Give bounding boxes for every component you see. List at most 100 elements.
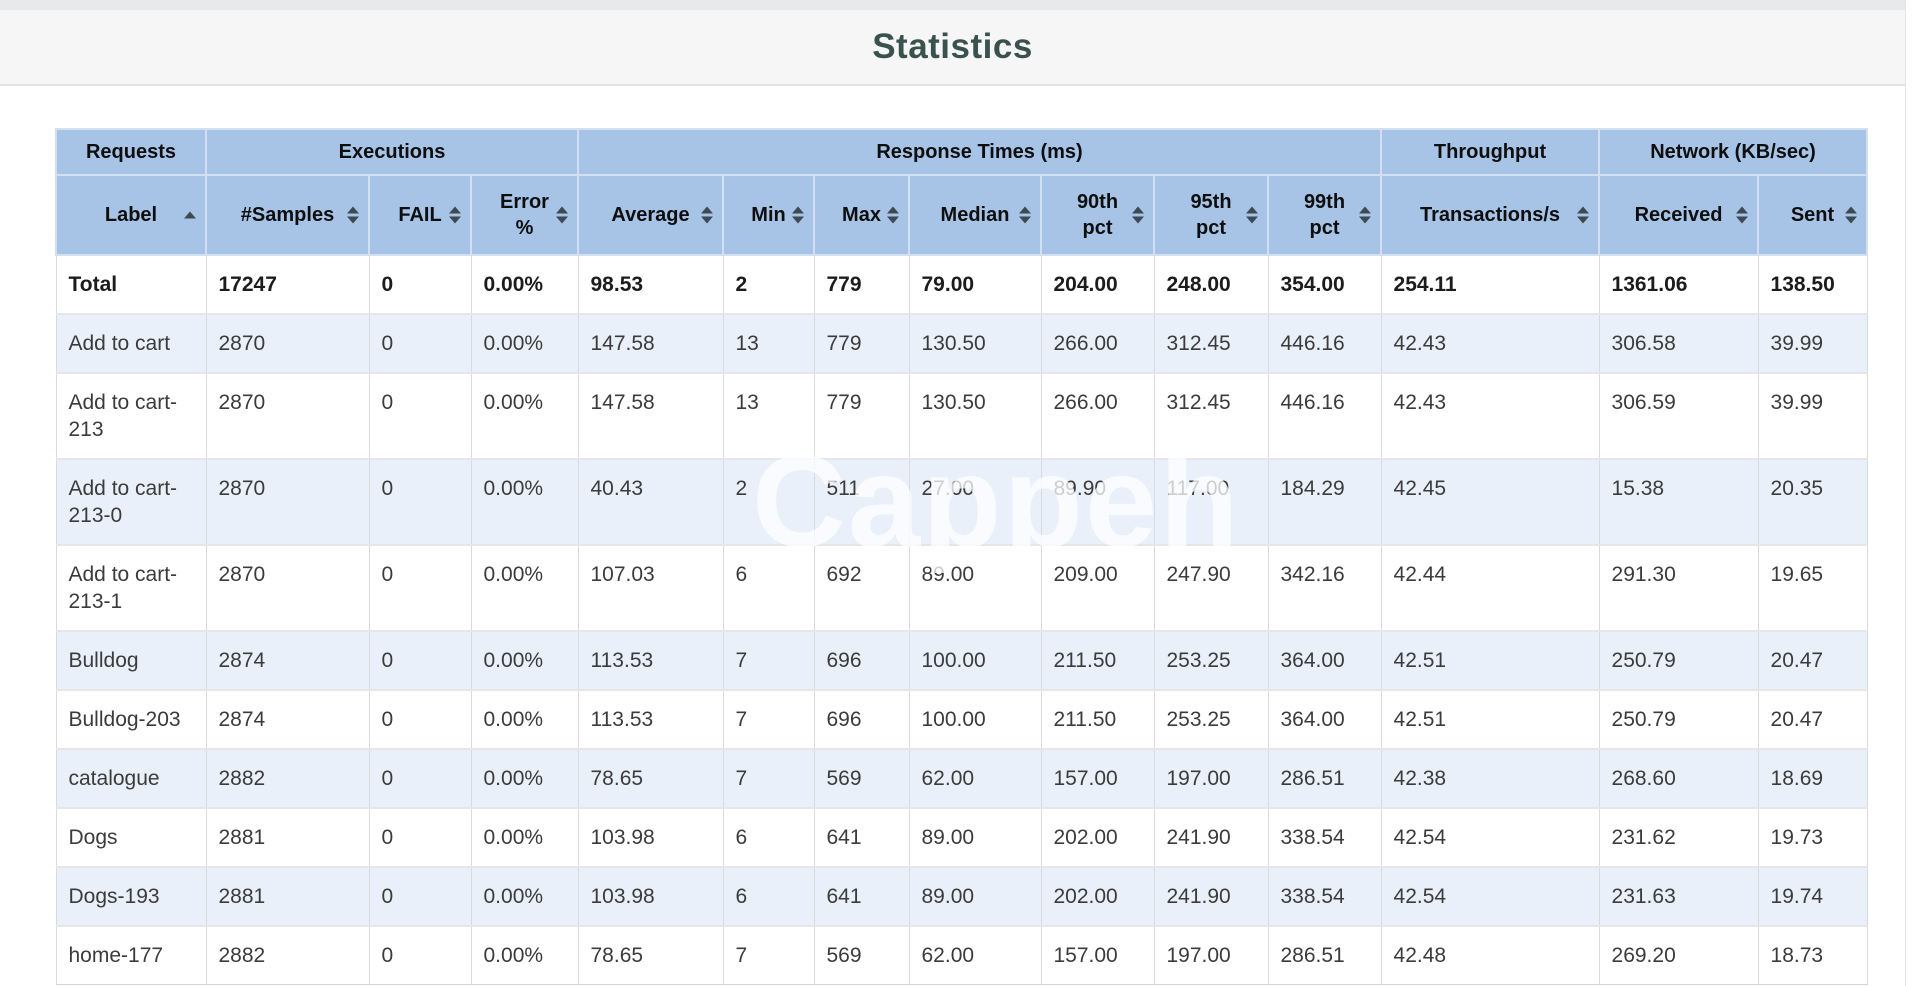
table-cell: 157.00: [1041, 926, 1154, 985]
table-cell: 6: [723, 545, 814, 631]
table-cell: 27.00: [909, 459, 1041, 545]
column-header-label: Sent: [1791, 204, 1834, 226]
table-cell: 241.90: [1154, 867, 1268, 926]
column-header-cell[interactable]: Transactions/s: [1381, 175, 1599, 255]
top-strip: [0, 0, 1905, 10]
table-cell: 0.00%: [471, 373, 578, 459]
table-cell: 306.58: [1599, 314, 1758, 373]
table-cell: 211.50: [1041, 690, 1154, 749]
table-cell: 2870: [206, 545, 369, 631]
table-cell: 2: [723, 255, 814, 314]
table-cell: 364.00: [1268, 690, 1381, 749]
row-label-cell: Dogs-193: [56, 867, 206, 926]
table-cell: 269.20: [1599, 926, 1758, 985]
table-cell: 364.00: [1268, 631, 1381, 690]
table-cell: 2882: [206, 926, 369, 985]
table-cell: 338.54: [1268, 867, 1381, 926]
table-cell: 89.00: [909, 867, 1041, 926]
row-label-cell: Add to cart: [56, 314, 206, 373]
table-cell: 266.00: [1041, 373, 1154, 459]
column-header-cell[interactable]: Label: [56, 175, 206, 255]
column-header-cell[interactable]: 99th pct: [1268, 175, 1381, 255]
title-band: Statistics: [0, 10, 1905, 86]
sort-toggle-icon[interactable]: [701, 207, 713, 224]
column-header-cell[interactable]: 95th pct: [1154, 175, 1268, 255]
sort-toggle-icon[interactable]: [1019, 207, 1031, 224]
sort-ascending-icon[interactable]: [184, 212, 196, 219]
table-cell: 0.00%: [471, 749, 578, 808]
table-cell: 338.54: [1268, 808, 1381, 867]
column-header-cell[interactable]: Min: [723, 175, 814, 255]
sort-toggle-icon[interactable]: [887, 207, 899, 224]
column-header-cell[interactable]: Sent: [1758, 175, 1867, 255]
table-cell: 0.00%: [471, 867, 578, 926]
table-cell: 20.47: [1758, 690, 1867, 749]
sort-toggle-icon[interactable]: [1845, 207, 1857, 224]
group-header-cell: Throughput: [1381, 129, 1599, 175]
column-header-label: 99th pct: [1304, 191, 1345, 239]
table-cell: 209.00: [1041, 545, 1154, 631]
table-cell: 0.00%: [471, 459, 578, 545]
sort-toggle-icon[interactable]: [449, 207, 461, 224]
column-header-cell[interactable]: Average: [578, 175, 723, 255]
table-cell: 0.00%: [471, 926, 578, 985]
row-label-cell: Add to cart-213: [56, 373, 206, 459]
column-header-cell[interactable]: 90th pct: [1041, 175, 1154, 255]
table-cell: 254.11: [1381, 255, 1599, 314]
table-cell: 107.03: [578, 545, 723, 631]
table-row: Add to cart-213-1287000.00%107.03669289.…: [56, 545, 1867, 631]
table-cell: 312.45: [1154, 373, 1268, 459]
table-cell: 19.74: [1758, 867, 1867, 926]
table-cell: 19.73: [1758, 808, 1867, 867]
table-cell: 211.50: [1041, 631, 1154, 690]
table-row: Add to cart287000.00%147.5813779130.5026…: [56, 314, 1867, 373]
sort-toggle-icon[interactable]: [1736, 207, 1748, 224]
sort-toggle-icon[interactable]: [347, 207, 359, 224]
table-cell: 2870: [206, 314, 369, 373]
table-cell: 342.16: [1268, 545, 1381, 631]
table-cell: 42.51: [1381, 690, 1599, 749]
column-header-cell[interactable]: #Samples: [206, 175, 369, 255]
table-row: Dogs-193288100.00%103.98664189.00202.002…: [56, 867, 1867, 926]
page-title: Statistics: [872, 27, 1033, 67]
table-cell: 569: [814, 749, 909, 808]
sort-toggle-icon[interactable]: [1359, 207, 1371, 224]
table-cell: 2: [723, 459, 814, 545]
column-header-cell[interactable]: Max: [814, 175, 909, 255]
table-cell: 0.00%: [471, 808, 578, 867]
sort-toggle-icon[interactable]: [1577, 207, 1589, 224]
sort-toggle-icon[interactable]: [792, 207, 804, 224]
table-cell: 2882: [206, 749, 369, 808]
table-cell: 241.90: [1154, 808, 1268, 867]
table-cell: 268.60: [1599, 749, 1758, 808]
table-cell: 147.58: [578, 314, 723, 373]
table-cell: 0.00%: [471, 255, 578, 314]
table-cell: 98.53: [578, 255, 723, 314]
table-cell: 15.38: [1599, 459, 1758, 545]
group-header-cell: Network (KB/sec): [1599, 129, 1867, 175]
table-cell: 446.16: [1268, 314, 1381, 373]
column-header-cell[interactable]: FAIL: [369, 175, 471, 255]
column-header-cell[interactable]: Error %: [471, 175, 578, 255]
sort-toggle-icon[interactable]: [556, 207, 568, 224]
table-cell: 89.00: [909, 808, 1041, 867]
table-cell: 18.69: [1758, 749, 1867, 808]
table-cell: 231.62: [1599, 808, 1758, 867]
table-cell: 202.00: [1041, 808, 1154, 867]
column-header-cell[interactable]: Received: [1599, 175, 1758, 255]
sort-toggle-icon[interactable]: [1246, 207, 1258, 224]
table-cell: 1361.06: [1599, 255, 1758, 314]
sort-toggle-icon[interactable]: [1132, 207, 1144, 224]
table-cell: 113.53: [578, 690, 723, 749]
table-cell: 291.30: [1599, 545, 1758, 631]
table-cell: 113.53: [578, 631, 723, 690]
column-header-label: Average: [611, 204, 689, 226]
table-cell: 40.43: [578, 459, 723, 545]
table-cell: 250.79: [1599, 690, 1758, 749]
table-cell: 117.00: [1154, 459, 1268, 545]
table-cell: 42.45: [1381, 459, 1599, 545]
row-label-cell: home-177: [56, 926, 206, 985]
statistics-table: RequestsExecutionsResponse Times (ms)Thr…: [55, 128, 1868, 985]
table-cell: 641: [814, 808, 909, 867]
column-header-cell[interactable]: Median: [909, 175, 1041, 255]
